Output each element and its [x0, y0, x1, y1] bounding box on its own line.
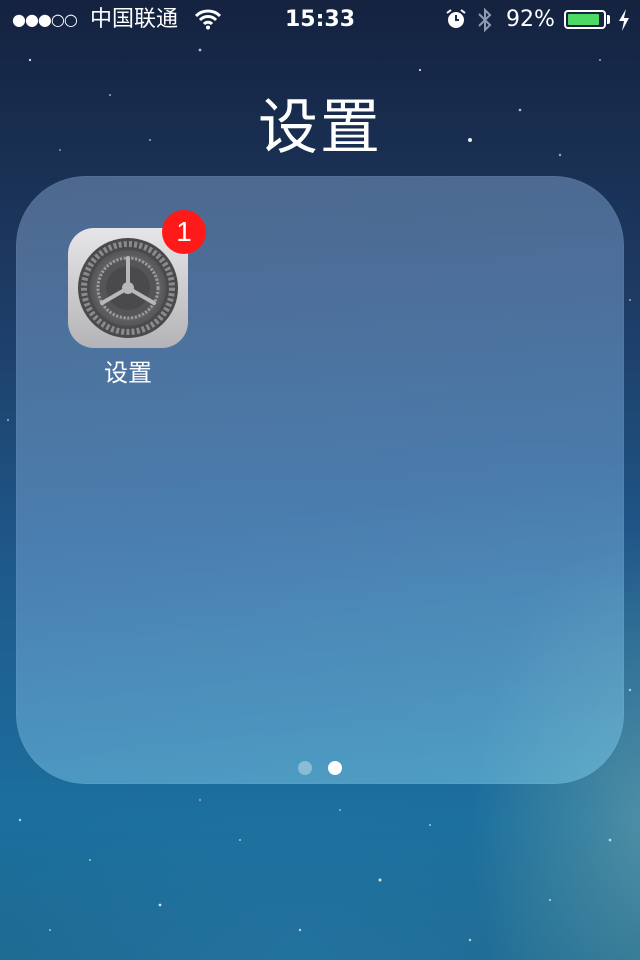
gear-graphic — [78, 238, 178, 338]
page-indicator[interactable] — [16, 760, 624, 779]
folder-panel: 1 设置 — [16, 176, 624, 784]
page-dot[interactable] — [298, 761, 312, 775]
battery-percentage: 92% — [506, 7, 555, 32]
app-settings[interactable]: 1 设置 — [68, 210, 206, 388]
battery-icon — [564, 10, 606, 29]
settings-gear-icon[interactable]: 1 — [68, 210, 206, 348]
page-dot[interactable] — [328, 761, 342, 775]
charging-icon — [619, 9, 629, 31]
battery-level-fill — [568, 14, 600, 25]
folder-title[interactable]: 设置 — [0, 88, 640, 168]
battery-tip — [607, 15, 610, 24]
bluetooth-icon — [478, 7, 492, 33]
status-bar: ●●●○○ 中国联通 15:33 92% — [0, 0, 640, 40]
alarm-icon — [446, 9, 466, 28]
app-label: 设置 — [104, 359, 152, 387]
notification-badge: 1 — [162, 210, 206, 254]
